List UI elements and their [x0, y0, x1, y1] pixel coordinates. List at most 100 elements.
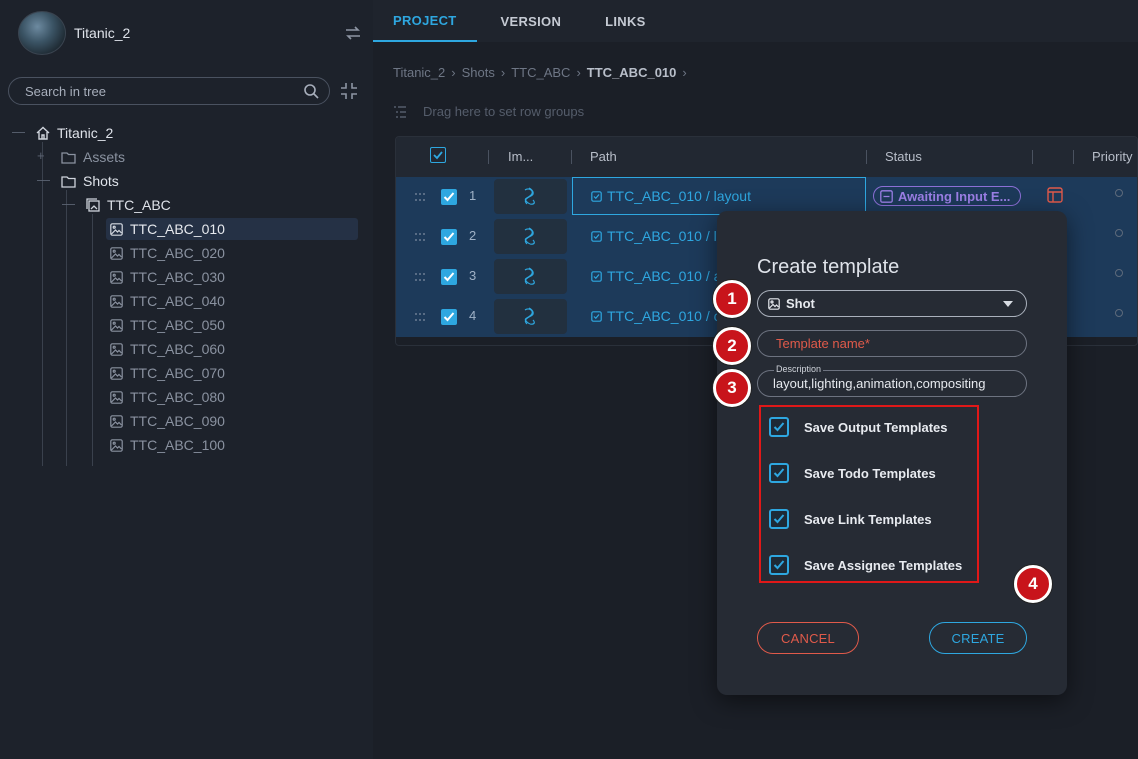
path-cell[interactable]: TTC_ABC_010 / layout [591, 188, 751, 204]
row-checkbox[interactable] [441, 269, 457, 285]
tree-node-project[interactable]: Titanic_2 [36, 122, 113, 144]
collapse-toggle[interactable]: — [62, 196, 75, 211]
column-header-status[interactable]: Status [885, 149, 922, 164]
folder-icon [61, 151, 76, 164]
path-text: TTC_ABC_010 / layout [607, 188, 751, 204]
breadcrumb-item[interactable]: TTC_ABC [511, 65, 570, 80]
checkbox-box[interactable] [769, 509, 789, 529]
thumbnail[interactable] [494, 219, 567, 254]
thumbnail-placeholder-icon [524, 267, 535, 285]
checkbox-label: Save Assignee Templates [804, 557, 963, 573]
tree-node-shot[interactable]: TTC_ABC_070 [110, 362, 225, 384]
breadcrumb-separator: › [576, 65, 581, 80]
project-avatar[interactable] [18, 11, 66, 55]
project-name[interactable]: Titanic_2 [74, 25, 130, 41]
sequence-icon [86, 198, 100, 212]
template-icon[interactable] [1047, 187, 1063, 203]
row-number: 2 [469, 228, 477, 243]
template-name-input[interactable]: Template name* [757, 330, 1027, 357]
thumbnail[interactable] [494, 259, 567, 294]
thumbnail[interactable] [494, 179, 567, 214]
path-cell[interactable]: TTC_ABC_010 / lig [591, 228, 728, 244]
drag-handle-icon[interactable] [414, 231, 426, 243]
tree-search-input[interactable]: Search in tree [8, 77, 330, 105]
select-all-checkbox[interactable] [430, 147, 446, 163]
check-icon [433, 151, 443, 160]
callout-badge: 3 [713, 369, 751, 407]
row-checkbox[interactable] [441, 309, 457, 325]
search-icon [304, 84, 319, 99]
path-cell[interactable]: TTC_ABC_010 / ar [591, 268, 726, 284]
collapse-toggle[interactable]: — [37, 172, 50, 187]
tree-node-shot[interactable]: TTC_ABC_010 [110, 218, 225, 240]
entity-type-select[interactable]: Shot [757, 290, 1027, 317]
tree-node-shot[interactable]: TTC_ABC_030 [110, 266, 225, 288]
task-icon [591, 270, 602, 282]
path-cell[interactable]: TTC_ABC_010 / cc [591, 308, 728, 324]
priority-indicator[interactable] [1115, 229, 1123, 237]
breadcrumb-separator: › [500, 65, 506, 80]
folder-icon [61, 175, 76, 188]
tree-node-shot[interactable]: TTC_ABC_100 [110, 434, 225, 456]
create-template-dialog: Create template Shot Template name* layo… [717, 211, 1067, 695]
breadcrumb-current[interactable]: TTC_ABC_010 [587, 65, 677, 80]
breadcrumb-item[interactable]: Titanic_2 [393, 65, 445, 80]
tree-node-label: TTC_ABC_050 [130, 317, 225, 333]
check-icon [443, 272, 455, 282]
thumbnail-placeholder-icon [524, 187, 535, 205]
create-button[interactable]: CREATE [929, 622, 1027, 654]
image-icon [110, 390, 123, 404]
drag-handle-icon[interactable] [414, 191, 426, 203]
tree-node-label: TTC_ABC_030 [130, 269, 225, 285]
column-header-image[interactable]: Im... [508, 149, 533, 164]
task-icon [591, 190, 602, 202]
tree-node-shot[interactable]: TTC_ABC_020 [110, 242, 225, 264]
row-groups-icon [394, 105, 406, 118]
row-groups-dropzone[interactable]: Drag here to set row groups [393, 104, 584, 119]
tree-node-shot[interactable]: TTC_ABC_090 [110, 410, 225, 432]
save-todo-templates-checkbox[interactable]: Save Todo Templates [769, 461, 936, 485]
save-link-templates-checkbox[interactable]: Save Link Templates [769, 507, 932, 531]
tree-node-sequence[interactable]: TTC_ABC [86, 194, 171, 216]
column-header-priority[interactable]: Priority [1092, 149, 1132, 164]
check-icon [773, 468, 785, 478]
save-output-templates-checkbox[interactable]: Save Output Templates [769, 415, 948, 439]
checkbox-box[interactable] [769, 555, 789, 575]
row-checkbox[interactable] [441, 189, 457, 205]
column-header-path[interactable]: Path [590, 149, 617, 164]
tree-guide [42, 142, 43, 466]
tab-version[interactable]: VERSION [477, 0, 586, 42]
drag-handle-icon[interactable] [414, 311, 426, 323]
thumbnail[interactable] [494, 299, 567, 334]
priority-indicator[interactable] [1115, 189, 1123, 197]
collapse-toggle[interactable]: — [12, 124, 25, 139]
description-input[interactable]: layout,lighting,animation,compositing [757, 370, 1027, 397]
tab-project[interactable]: PROJECT [373, 0, 477, 42]
tree-node-shot[interactable]: TTC_ABC_050 [110, 314, 225, 336]
tree-node-shot[interactable]: TTC_ABC_060 [110, 338, 225, 360]
expand-toggle[interactable]: + [37, 148, 45, 163]
checkbox-box[interactable] [769, 463, 789, 483]
save-assignee-templates-checkbox[interactable]: Save Assignee Templates [769, 553, 962, 577]
tree-node-shot[interactable]: TTC_ABC_080 [110, 386, 225, 408]
tree-node-assets[interactable]: Assets [61, 146, 125, 168]
path-text: TTC_ABC_010 / ar [607, 268, 727, 284]
checkbox-box[interactable] [769, 417, 789, 437]
image-icon [110, 438, 123, 452]
tree-node-label: TTC_ABC_100 [130, 437, 225, 453]
tab-links[interactable]: LINKS [585, 0, 666, 42]
switch-project-icon[interactable] [343, 23, 363, 43]
row-checkbox[interactable] [441, 229, 457, 245]
tree-node-shots[interactable]: Shots [61, 170, 119, 192]
drag-handle-icon[interactable] [414, 271, 426, 283]
status-icon [880, 189, 893, 203]
collapse-tree-icon[interactable] [340, 82, 358, 100]
priority-indicator[interactable] [1115, 269, 1123, 277]
image-icon [110, 294, 123, 308]
status-badge[interactable]: Awaiting Input E... [873, 186, 1022, 206]
tree-node-shot[interactable]: TTC_ABC_040 [110, 290, 225, 312]
priority-indicator[interactable] [1115, 309, 1123, 317]
breadcrumb-item[interactable]: Shots [462, 65, 495, 80]
cancel-button[interactable]: CANCEL [757, 622, 859, 654]
image-icon [768, 297, 780, 310]
